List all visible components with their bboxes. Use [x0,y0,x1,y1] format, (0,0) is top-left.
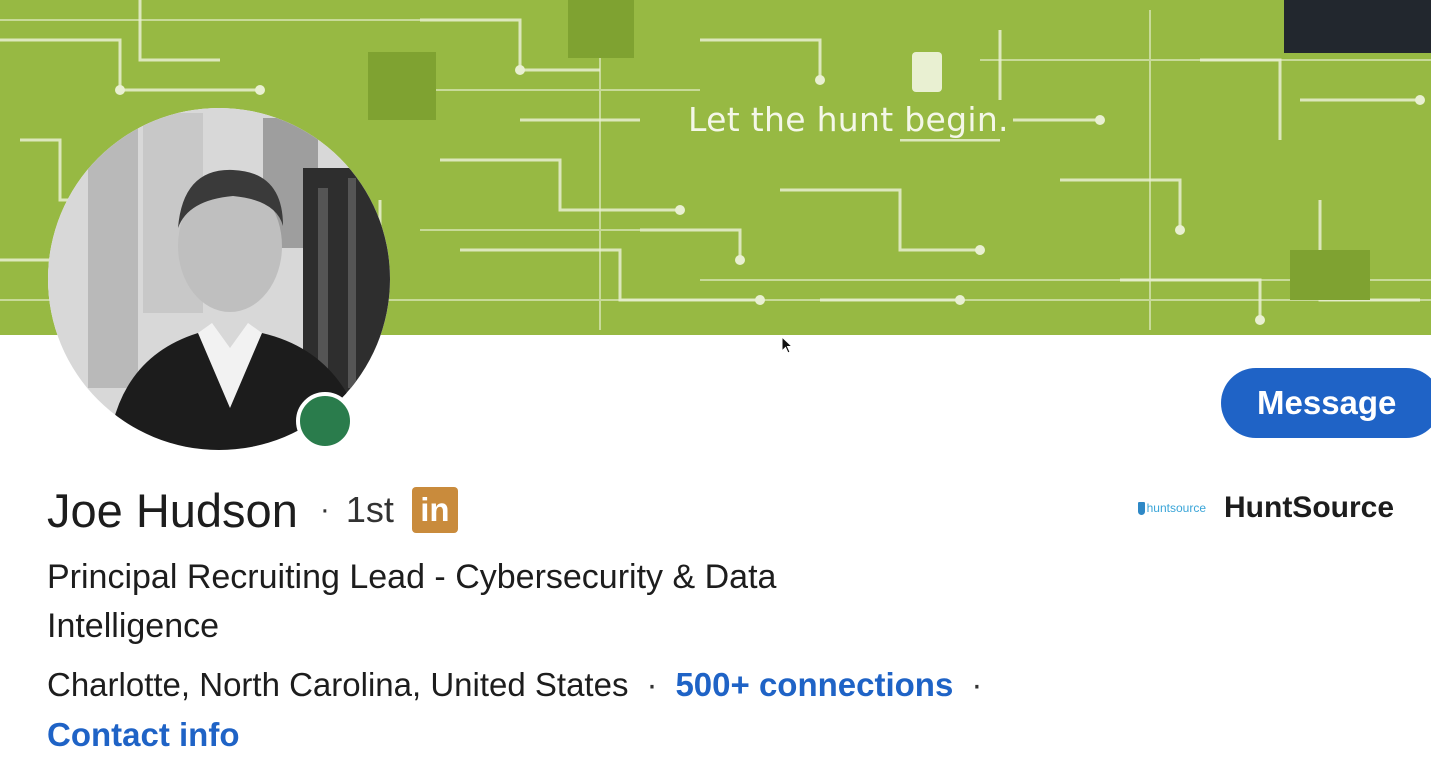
message-button[interactable]: Message [1221,368,1431,438]
separator-dot: · [319,493,330,526]
contact-info-link[interactable]: Contact info [47,716,239,754]
profile-location: Charlotte, North Carolina, United States [47,666,629,703]
company-logo: huntsource [1138,498,1206,518]
connection-degree: 1st [345,489,394,530]
current-company[interactable]: huntsource HuntSource [1138,488,1394,528]
video-overlay [1284,0,1431,53]
company-logo-text: huntsource [1146,501,1206,515]
separator-dot: · [971,666,983,703]
online-status-icon [296,392,354,450]
profile-name: Joe Hudson [47,483,298,537]
company-name[interactable]: HuntSource [1224,491,1394,525]
linkedin-icon: in [411,487,458,533]
shield-icon [1138,501,1145,515]
banner-tagline: Let the hunt begin. [684,100,1013,139]
profile-headline: Principal Recruiting Lead - Cybersecurit… [47,558,777,645]
mouse-pointer-icon [781,336,794,354]
profile-meta: Charlotte, North Carolina, United States… [47,662,1000,708]
name-row: Joe Hudson · 1st in [47,480,458,540]
connections-link[interactable]: 500+ connections [675,666,953,704]
separator-dot: · [646,666,658,703]
